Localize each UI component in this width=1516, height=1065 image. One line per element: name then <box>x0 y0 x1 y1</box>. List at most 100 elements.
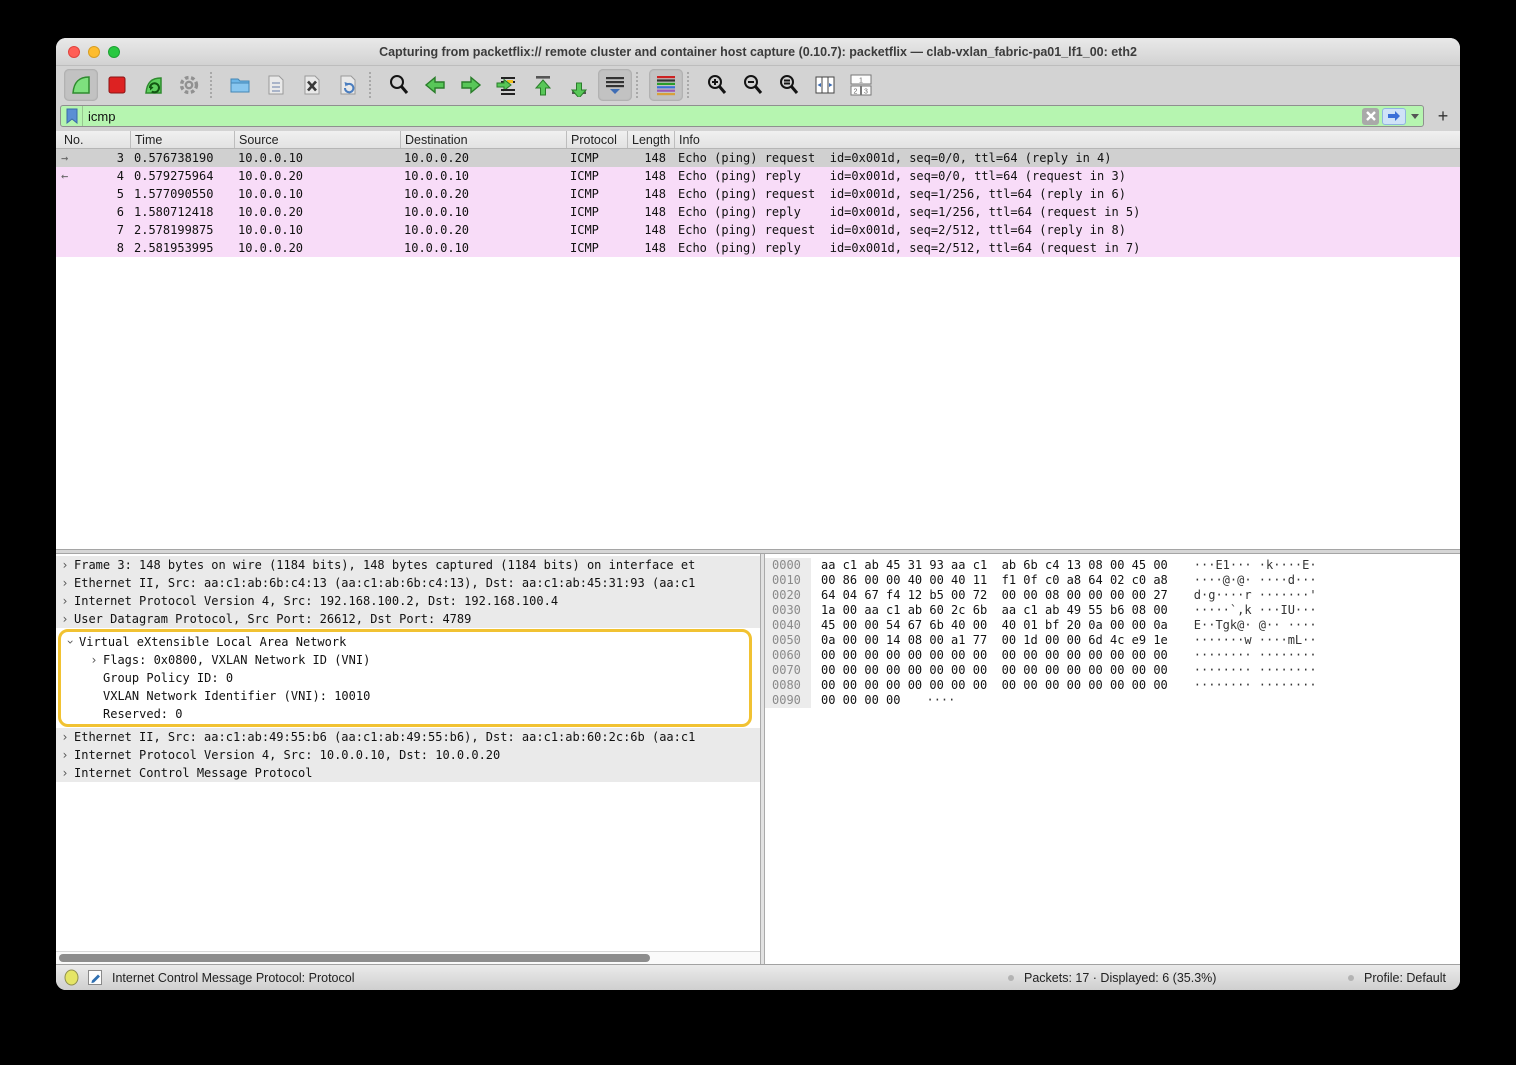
hex-row[interactable]: 0000aa c1 ab 45 31 93 aa c1 ab 6b c4 13 … <box>765 558 1460 573</box>
packet-list-header[interactable]: No. Time Source Destination Protocol Len… <box>56 131 1460 149</box>
window-title: Capturing from packetflix:// remote clus… <box>379 45 1137 59</box>
resize-columns-button[interactable] <box>808 69 842 101</box>
hex-dump-pane[interactable]: 0000aa c1 ab 45 31 93 aa c1 ab 6b c4 13 … <box>765 554 1460 964</box>
minimize-window-button[interactable] <box>88 46 100 58</box>
save-file-button[interactable] <box>259 69 293 101</box>
capture-comment-icon[interactable] <box>87 969 104 986</box>
go-to-packet-button[interactable] <box>490 69 524 101</box>
capture-options-button[interactable] <box>172 69 206 101</box>
zoom-window-button[interactable] <box>108 46 120 58</box>
chevron-spacer <box>85 687 103 705</box>
detail-row-vxlan[interactable]: Virtual eXtensible Local Area Network <box>61 633 749 651</box>
packet-row[interactable]: ←4 0.579275964 10.0.0.20 10.0.0.10 ICMP … <box>56 167 1460 185</box>
layout-chooser-button[interactable]: 1 2 3 <box>844 69 878 101</box>
close-window-button[interactable] <box>68 46 80 58</box>
find-packet-button[interactable] <box>382 69 416 101</box>
detail-row-frame[interactable]: Frame 3: 148 bytes on wire (1184 bits), … <box>56 556 760 574</box>
folder-icon <box>228 73 252 97</box>
detail-row-inner-ethernet[interactable]: Ethernet II, Src: aa:c1:ab:49:55:b6 (aa:… <box>56 728 760 746</box>
packet-counts-text: Packets: 17 · Displayed: 6 (35.3%) <box>1024 971 1216 985</box>
chevron-right-icon[interactable] <box>56 746 74 764</box>
zoom-out-button[interactable] <box>736 69 770 101</box>
open-file-button[interactable] <box>223 69 257 101</box>
details-horizontal-scrollbar[interactable] <box>56 951 760 964</box>
chevron-right-icon[interactable] <box>85 651 103 669</box>
detail-row-vxlan-group-policy[interactable]: Group Policy ID: 0 <box>61 669 749 687</box>
detail-row-vxlan-flags[interactable]: Flags: 0x0800, VXLAN Network ID (VNI) <box>61 651 749 669</box>
chevron-right-icon[interactable] <box>56 592 74 610</box>
go-back-button[interactable] <box>418 69 452 101</box>
status-separator-dot <box>1008 975 1014 981</box>
restart-capture-button[interactable] <box>136 69 170 101</box>
hex-row[interactable]: 001000 86 00 00 40 00 40 11 f1 0f c0 a8 … <box>765 573 1460 588</box>
detail-row-vxlan-vni[interactable]: VXLAN Network Identifier (VNI): 10010 <box>61 687 749 705</box>
packet-list-empty-area <box>56 257 1460 549</box>
colorize-button[interactable] <box>649 69 683 101</box>
zoom-reset-button[interactable] <box>772 69 806 101</box>
go-first-packet-button[interactable] <box>526 69 560 101</box>
packet-row[interactable]: 5 1.577090550 10.0.0.10 10.0.0.20 ICMP 1… <box>56 185 1460 203</box>
column-header-source[interactable]: Source <box>234 131 400 148</box>
arrow-right-icon <box>1387 111 1401 121</box>
packet-row[interactable]: 8 2.581953995 10.0.0.20 10.0.0.10 ICMP 1… <box>56 239 1460 257</box>
hex-row[interactable]: 002064 04 67 f4 12 b5 00 72 00 00 08 00 … <box>765 588 1460 603</box>
column-header-protocol[interactable]: Protocol <box>566 131 627 148</box>
zoom-in-button[interactable] <box>700 69 734 101</box>
filter-dropdown-caret[interactable] <box>1411 114 1419 119</box>
stop-capture-button[interactable] <box>100 69 134 101</box>
svg-text:3: 3 <box>864 89 868 96</box>
go-forward-button[interactable] <box>454 69 488 101</box>
stop-icon <box>105 73 129 97</box>
scrollbar-thumb[interactable] <box>59 954 650 962</box>
hex-row[interactable]: 00500a 00 00 14 08 00 a1 77 00 1d 00 00 … <box>765 633 1460 648</box>
hex-row[interactable]: 004045 00 00 54 67 6b 40 00 40 01 bf 20 … <box>765 618 1460 633</box>
display-filter-box[interactable] <box>60 105 1424 127</box>
column-header-no[interactable]: No. <box>56 131 130 148</box>
chevron-spacer <box>85 705 103 723</box>
packet-row[interactable]: 6 1.580712418 10.0.0.20 10.0.0.10 ICMP 1… <box>56 203 1460 221</box>
hex-row[interactable]: 008000 00 00 00 00 00 00 00 00 00 00 00 … <box>765 678 1460 693</box>
expert-info-icon[interactable] <box>64 969 79 986</box>
close-document-icon <box>300 73 324 97</box>
detail-row-ethernet[interactable]: Ethernet II, Src: aa:c1:ab:6b:c4:13 (aa:… <box>56 574 760 592</box>
filter-clear-button[interactable] <box>1362 108 1379 125</box>
detail-row-udp[interactable]: User Datagram Protocol, Src Port: 26612,… <box>56 610 760 628</box>
detail-row-inner-ip[interactable]: Internet Protocol Version 4, Src: 10.0.0… <box>56 746 760 764</box>
chevron-right-icon[interactable] <box>56 610 74 628</box>
column-header-length[interactable]: Length <box>627 131 674 148</box>
column-header-time[interactable]: Time <box>130 131 234 148</box>
start-capture-button[interactable] <box>64 69 98 101</box>
filter-apply-button[interactable] <box>1382 108 1406 125</box>
filter-bookmark-button[interactable] <box>61 106 83 126</box>
hex-row[interactable]: 006000 00 00 00 00 00 00 00 00 00 00 00 … <box>765 648 1460 663</box>
chevron-right-icon[interactable] <box>56 556 74 574</box>
detail-row-vxlan-reserved[interactable]: Reserved: 0 <box>61 705 749 723</box>
zoom-out-icon <box>741 73 765 97</box>
hex-row[interactable]: 00301a 00 aa c1 ab 60 2c 6b aa c1 ab 49 … <box>765 603 1460 618</box>
go-last-packet-button[interactable] <box>562 69 596 101</box>
chevron-down-icon[interactable] <box>61 633 79 651</box>
packet-row[interactable]: →3 0.576738190 10.0.0.10 10.0.0.20 ICMP … <box>56 149 1460 167</box>
chevron-right-icon[interactable] <box>56 764 74 782</box>
reload-file-button[interactable] <box>331 69 365 101</box>
toolbar-separator <box>210 72 219 98</box>
arrow-left-icon <box>423 73 447 97</box>
resize-columns-icon <box>813 73 837 97</box>
auto-scroll-button[interactable] <box>598 69 632 101</box>
hex-row[interactable]: 007000 00 00 00 00 00 00 00 00 00 00 00 … <box>765 663 1460 678</box>
arrow-up-bar-icon <box>531 73 555 97</box>
close-file-button[interactable] <box>295 69 329 101</box>
chevron-right-icon[interactable] <box>56 728 74 746</box>
detail-row-ip[interactable]: Internet Protocol Version 4, Src: 192.16… <box>56 592 760 610</box>
hex-row[interactable]: 009000 00 00 00···· <box>765 693 1460 708</box>
close-icon <box>1366 111 1376 121</box>
packet-row[interactable]: 7 2.578199875 10.0.0.10 10.0.0.20 ICMP 1… <box>56 221 1460 239</box>
column-header-destination[interactable]: Destination <box>400 131 566 148</box>
detail-row-icmp[interactable]: Internet Control Message Protocol <box>56 764 760 782</box>
display-filter-input[interactable] <box>83 109 1362 124</box>
column-header-info[interactable]: Info <box>674 131 1460 148</box>
chevron-right-icon[interactable] <box>56 574 74 592</box>
filter-add-button[interactable]: + <box>1432 105 1454 127</box>
packet-details-pane: Frame 3: 148 bytes on wire (1184 bits), … <box>56 554 760 964</box>
profile-text[interactable]: Profile: Default <box>1364 971 1446 985</box>
